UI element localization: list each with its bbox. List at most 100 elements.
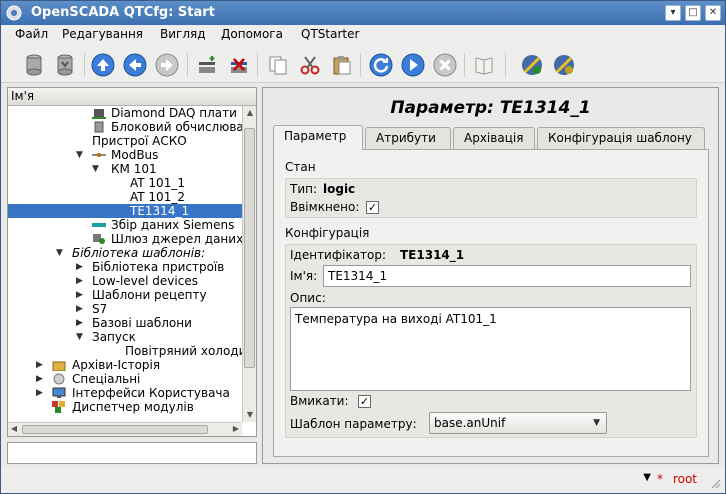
tree-item-launch[interactable]: ▼ Запуск bbox=[8, 330, 242, 344]
refresh-icon[interactable] bbox=[368, 52, 394, 78]
cut-icon[interactable] bbox=[297, 52, 323, 78]
tree-hscroll-thumb[interactable] bbox=[22, 425, 208, 434]
collapse-arrow-icon[interactable]: ▼ bbox=[56, 246, 64, 260]
collapse-arrow-icon[interactable]: ▼ bbox=[92, 162, 100, 176]
tab-parameter[interactable]: Параметр bbox=[273, 125, 363, 150]
tree-horizontal-scrollbar[interactable]: ◀ ▶ bbox=[8, 422, 242, 436]
tree-item-at101-1[interactable]: AT 101_1 bbox=[8, 176, 242, 190]
tree-body: Diamond DAQ плати Блоковий обчислюва При… bbox=[8, 106, 242, 422]
menu-view[interactable]: Вигляд bbox=[160, 27, 206, 41]
expand-arrow-icon[interactable]: ▶ bbox=[76, 274, 84, 288]
current-user[interactable]: root bbox=[673, 472, 697, 486]
vision-tool-icon[interactable] bbox=[551, 52, 577, 78]
paste-icon[interactable] bbox=[329, 52, 355, 78]
expand-arrow-icon[interactable]: ▶ bbox=[36, 358, 44, 372]
tree-item-te1314-1[interactable]: TE1314_1 bbox=[8, 204, 242, 218]
tree-vertical-scrollbar[interactable]: ▲ ▼ bbox=[242, 106, 256, 422]
maximize-button[interactable]: □ bbox=[685, 5, 701, 21]
template-select[interactable]: base.anUnif ▼ bbox=[429, 412, 607, 434]
tree-item-diamond[interactable]: Diamond DAQ плати bbox=[8, 106, 242, 120]
title-bar: OpenSCADA QTCfg: Start ▾ □ ✕ bbox=[1, 1, 725, 25]
start-icon[interactable] bbox=[400, 52, 426, 78]
tree-vscroll-thumb[interactable] bbox=[244, 128, 255, 368]
forward-arrow-icon[interactable] bbox=[154, 52, 180, 78]
tree-info-field[interactable] bbox=[7, 442, 257, 464]
tree-item-modbus[interactable]: ▼ ModBus bbox=[8, 148, 242, 162]
type-label: Тип: bbox=[290, 182, 318, 196]
menu-qtstarter[interactable]: QTStarter bbox=[301, 27, 359, 41]
section-config-title: Конфігурація bbox=[285, 226, 370, 240]
menu-edit[interactable]: Редагування bbox=[62, 27, 143, 41]
tree-item-blockcalc[interactable]: Блоковий обчислюва bbox=[8, 120, 242, 134]
qtcfg-tool-icon[interactable] bbox=[519, 52, 545, 78]
resize-grip-icon[interactable] bbox=[709, 477, 721, 489]
name-input[interactable]: TE1314_1 bbox=[323, 265, 691, 287]
tree-item-special[interactable]: ▶ Спеціальні bbox=[8, 372, 242, 386]
tree-item-gateway[interactable]: Шлюз джерел даних bbox=[8, 232, 242, 246]
tree-item-modules[interactable]: Диспетчер модулів bbox=[8, 400, 242, 414]
expand-arrow-icon[interactable]: ▶ bbox=[76, 260, 84, 274]
tree-item-recipe[interactable]: ▶ Шаблони рецепту bbox=[8, 288, 242, 302]
tree-item-devlib[interactable]: ▶ Бібліотека пристроїв bbox=[8, 260, 242, 274]
user-separator-icon: * bbox=[657, 472, 663, 486]
tree-item-templates-lib[interactable]: ▼ Бібліотека шаблонів: bbox=[8, 246, 242, 260]
back-arrow-icon[interactable] bbox=[122, 52, 148, 78]
scroll-right-arrow-icon[interactable]: ▶ bbox=[231, 424, 241, 434]
minimize-button[interactable]: ▾ bbox=[665, 5, 681, 21]
scroll-left-arrow-icon[interactable]: ◀ bbox=[9, 424, 19, 434]
tree-item-air-cooler[interactable]: Повітряний холодил bbox=[8, 344, 242, 358]
menu-file[interactable]: Файл bbox=[15, 27, 48, 41]
chevron-down-icon: ▼ bbox=[593, 418, 600, 428]
status-bar: ▼ * root bbox=[1, 467, 725, 493]
turn-on-checkbox[interactable]: ✓ bbox=[358, 395, 371, 408]
user-menu-arrow-icon[interactable]: ▼ bbox=[643, 472, 651, 483]
tree-item-archives[interactable]: ▶ Архіви-Історія bbox=[8, 358, 242, 372]
tab-archiving[interactable]: Архівація bbox=[453, 127, 535, 149]
tree-item-lowlevel[interactable]: ▶ Low-level devices bbox=[8, 274, 242, 288]
name-label: Ім'я: bbox=[290, 269, 318, 283]
add-item-icon[interactable] bbox=[194, 52, 220, 78]
scroll-up-arrow-icon[interactable]: ▲ bbox=[245, 108, 255, 118]
tab-template-config[interactable]: Конфігурація шаблону bbox=[537, 127, 705, 149]
menu-help[interactable]: Допомога bbox=[221, 27, 283, 41]
monitor-icon bbox=[52, 387, 66, 398]
up-arrow-icon[interactable] bbox=[90, 52, 116, 78]
close-button[interactable]: ✕ bbox=[705, 5, 721, 21]
enabled-label: Ввімкнено: bbox=[290, 200, 360, 214]
expand-arrow-icon[interactable]: ▶ bbox=[76, 302, 84, 316]
expand-arrow-icon[interactable]: ▶ bbox=[76, 288, 84, 302]
cylinder-icon bbox=[94, 121, 104, 133]
tree-column-header[interactable]: Ім'я bbox=[8, 88, 256, 106]
navigation-tree[interactable]: Ім'я Diamond DAQ плати Блоковий обчислюв… bbox=[7, 87, 257, 437]
window-title: OpenSCADA QTCfg: Start bbox=[31, 5, 215, 20]
modbus-icon bbox=[92, 153, 106, 157]
delete-item-icon[interactable] bbox=[226, 52, 252, 78]
section-state-title: Стан bbox=[285, 160, 316, 174]
db-load-icon[interactable] bbox=[21, 52, 47, 78]
template-label: Шаблон параметру: bbox=[290, 417, 417, 431]
tree-item-siemens[interactable]: Збір даних Siemens bbox=[8, 218, 242, 232]
db-save-icon[interactable] bbox=[52, 52, 78, 78]
id-label: Ідентифікатор: bbox=[290, 248, 387, 262]
tree-item-at101-2[interactable]: AT 101_2 bbox=[8, 190, 242, 204]
tree-item-ui[interactable]: ▶ Інтерфейси Користувача bbox=[8, 386, 242, 400]
copy-icon[interactable] bbox=[265, 52, 291, 78]
expand-arrow-icon[interactable]: ▶ bbox=[76, 316, 84, 330]
modules-icon bbox=[52, 401, 65, 413]
description-textarea[interactable]: Температура на виході AT101_1 bbox=[290, 307, 691, 391]
tree-item-s7[interactable]: ▶ S7 bbox=[8, 302, 242, 316]
tab-attributes[interactable]: Атрибути bbox=[365, 127, 451, 149]
tree-item-base-templates[interactable]: ▶ Базові шаблони bbox=[8, 316, 242, 330]
openscada-app-icon bbox=[6, 5, 22, 21]
stop-icon[interactable] bbox=[432, 52, 458, 78]
collapse-arrow-icon[interactable]: ▼ bbox=[76, 330, 84, 344]
chip-icon bbox=[92, 109, 106, 119]
manual-book-icon[interactable] bbox=[471, 52, 497, 78]
expand-arrow-icon[interactable]: ▶ bbox=[36, 386, 44, 400]
tree-item-asko[interactable]: Пристрої АСКО bbox=[8, 134, 242, 148]
collapse-arrow-icon[interactable]: ▼ bbox=[76, 148, 84, 162]
expand-arrow-icon[interactable]: ▶ bbox=[36, 372, 44, 386]
tree-item-km101[interactable]: ▼ КМ 101 bbox=[8, 162, 242, 176]
enabled-checkbox[interactable]: ✓ bbox=[366, 201, 379, 214]
scroll-down-arrow-icon[interactable]: ▼ bbox=[245, 410, 255, 420]
